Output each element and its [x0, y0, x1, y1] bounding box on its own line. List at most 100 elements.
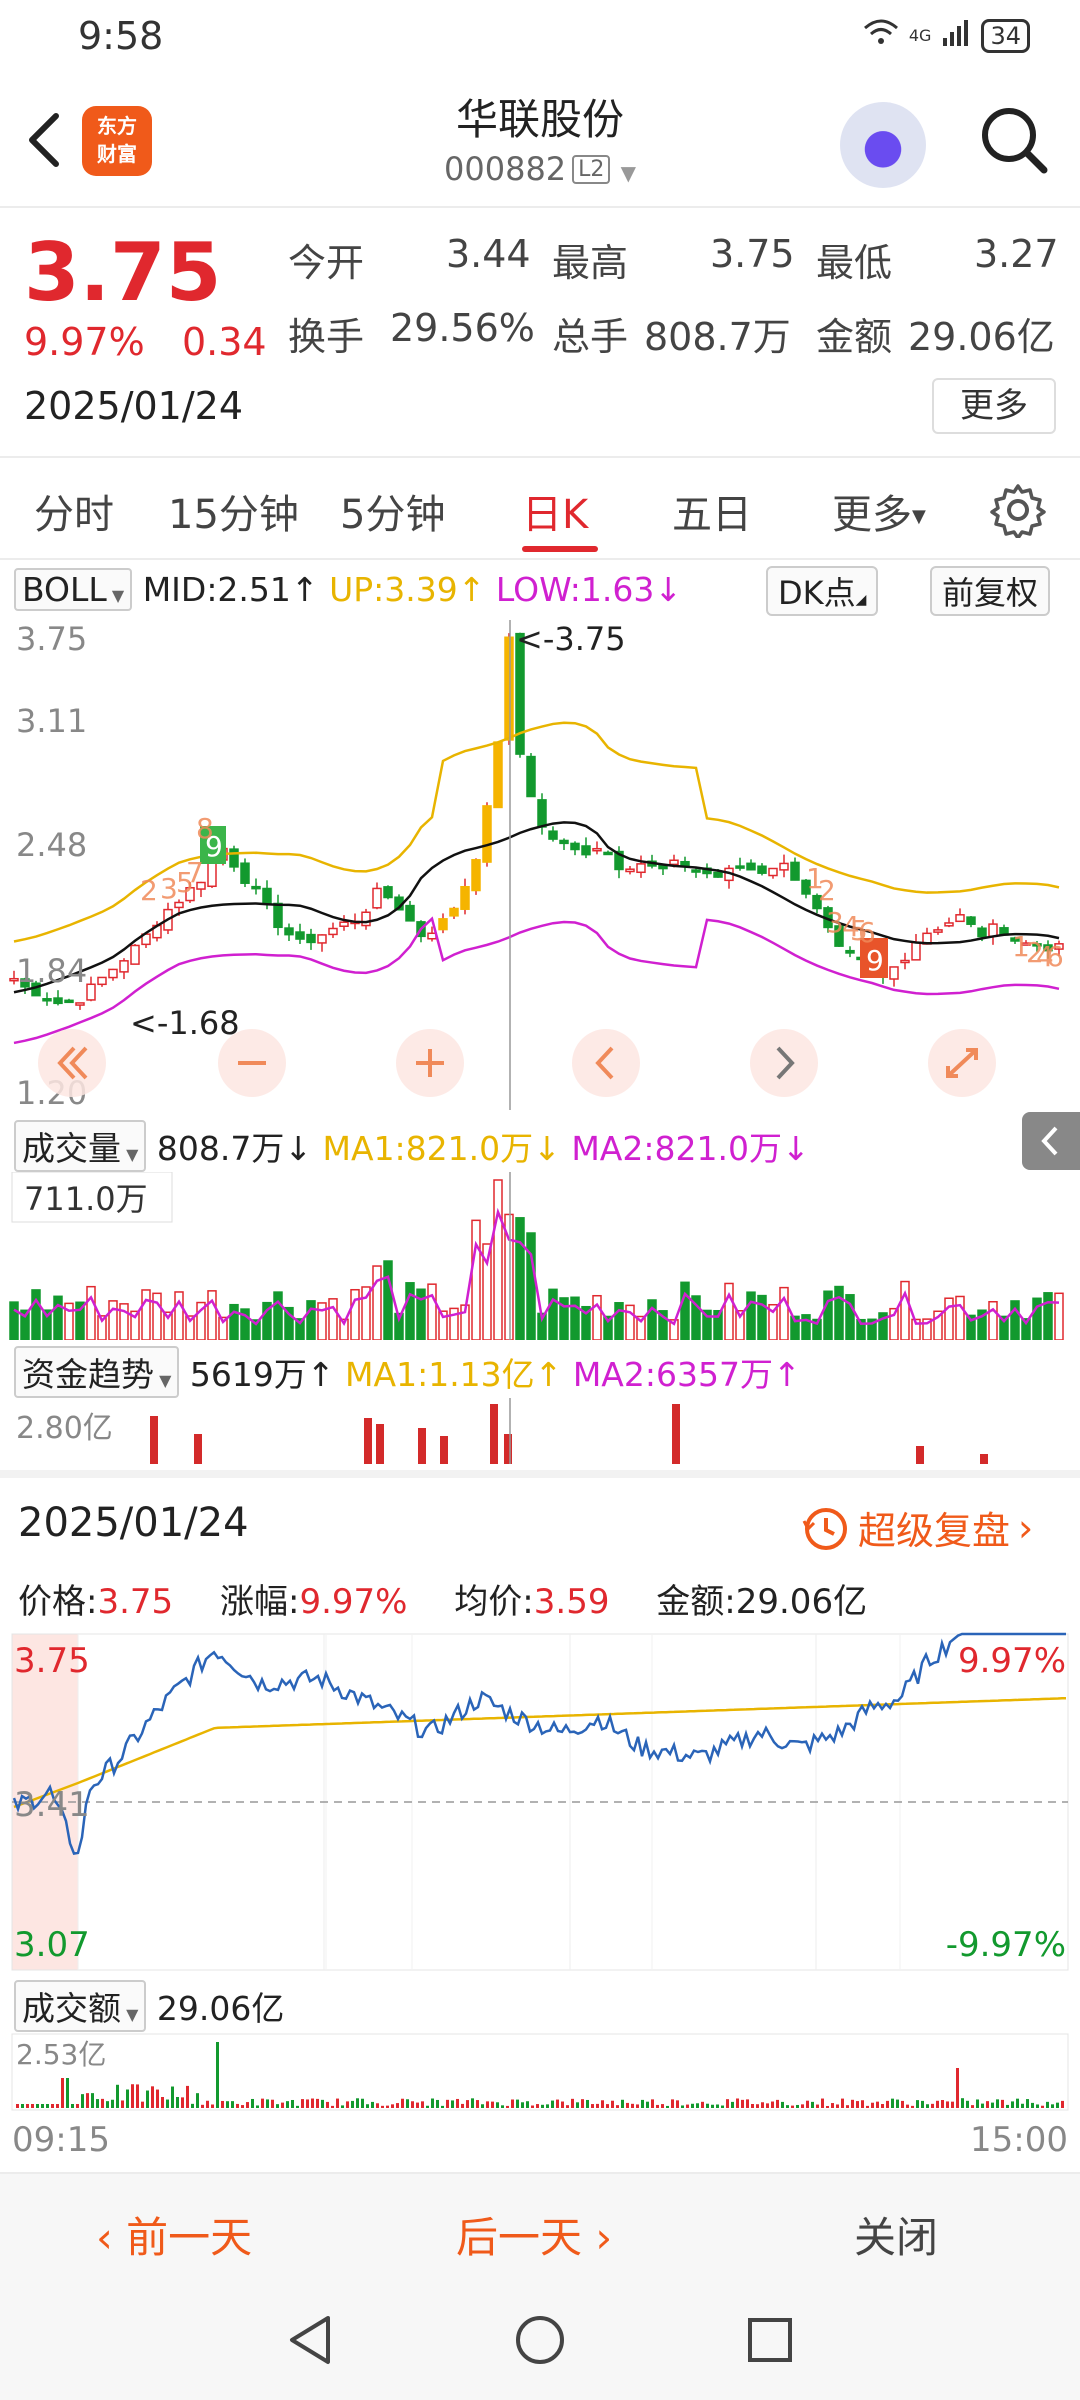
- status-time: 9:58: [78, 14, 164, 58]
- dk-point-button[interactable]: DK点◢: [766, 566, 879, 616]
- amount-selector[interactable]: 成交额 ▼: [14, 1980, 147, 2032]
- amount-bar: [111, 2099, 114, 2108]
- amount-bar: [751, 2104, 754, 2108]
- amount-bar: [46, 2104, 49, 2108]
- amount-bar: [166, 2099, 169, 2108]
- search-button[interactable]: [976, 102, 1052, 178]
- amount-bar: [81, 2094, 84, 2108]
- amount-bar: [981, 2103, 984, 2108]
- nav-home-icon[interactable]: [512, 2312, 568, 2368]
- tab-more[interactable]: 更多▼: [832, 482, 926, 540]
- price-label: 价格:: [18, 1582, 98, 1622]
- amount-bar: [451, 2100, 454, 2108]
- amount-bar: [266, 2099, 269, 2108]
- amount-bar: [156, 2089, 159, 2108]
- amount-bar: [571, 2098, 574, 2108]
- nav-back-icon[interactable]: [282, 2312, 338, 2368]
- candle-body: [900, 959, 910, 964]
- gear-icon: [990, 484, 1046, 540]
- candle-body: [559, 839, 569, 845]
- volume-axis-label: 711.0万: [24, 1180, 148, 1218]
- candle-body: [97, 976, 107, 986]
- candle-body: [284, 927, 294, 936]
- amount-bar: [921, 2100, 924, 2108]
- amount-bar: [511, 2099, 514, 2108]
- amount-bar: [76, 2104, 79, 2108]
- kline-chart[interactable]: 3.75 3.11 2.48 1.84 1.20 <-3.75 <-1.68 9…: [0, 620, 1080, 1110]
- candle-body: [229, 848, 239, 868]
- amount-bar: [406, 2099, 409, 2108]
- volume-bar: [141, 1289, 151, 1340]
- next-day-button[interactable]: 后一天 ›: [456, 2204, 612, 2265]
- dk-point-label: DK点: [778, 574, 856, 612]
- tab-five-day[interactable]: 五日: [672, 482, 752, 540]
- boll-upper-line: [13, 721, 1060, 943]
- amount-bar: [106, 2101, 109, 2108]
- amount-bar: [831, 2103, 834, 2108]
- amount-bar: [676, 2100, 679, 2108]
- amount-bar: [696, 2103, 699, 2108]
- chart-settings-button[interactable]: [990, 482, 1046, 542]
- pct-value: 9.97%: [299, 1582, 408, 1622]
- amount-bar: [691, 2103, 694, 2108]
- amount-bar: [931, 2103, 934, 2108]
- amount-bar: [1061, 2100, 1064, 2108]
- chevron-right-icon: ›: [582, 2213, 613, 2262]
- nav-recents-icon[interactable]: [742, 2312, 798, 2368]
- amount-bar: [51, 2104, 54, 2108]
- low-value: 3.27: [974, 232, 1059, 276]
- volume-bar: [724, 1282, 734, 1340]
- amount-bar: [296, 2105, 299, 2108]
- amount-bar: [521, 2102, 524, 2108]
- amount-bar: [786, 2105, 789, 2108]
- tab-intraday[interactable]: 分时: [34, 482, 114, 540]
- amount-bar: [756, 2104, 759, 2108]
- amount-bar: [806, 2100, 809, 2108]
- amount-bar: [56, 2104, 59, 2108]
- amount-bar: [366, 2104, 369, 2108]
- amount-bar: [421, 2101, 424, 2108]
- super-replay-button[interactable]: 超级复盘 ›: [800, 1500, 1033, 1555]
- price-adjust-button[interactable]: 前复权: [930, 566, 1051, 616]
- amount-bar: [746, 2099, 749, 2108]
- more-stats-button[interactable]: 更多: [932, 378, 1056, 434]
- ai-assistant-avatar[interactable]: [840, 102, 926, 188]
- volume-bar: [471, 1219, 481, 1340]
- amount-bar: [561, 2101, 564, 2108]
- prev-day-button[interactable]: ‹ 前一天: [96, 2204, 252, 2265]
- amount-bar: [656, 2104, 659, 2108]
- volume-selector[interactable]: 成交量 ▼: [14, 1120, 147, 1172]
- amount-bar: [556, 2099, 559, 2108]
- period-tabs: 分时 15分钟 5分钟 日K 五日 更多▼: [0, 460, 1080, 560]
- tab-15min[interactable]: 15分钟: [168, 482, 299, 540]
- amount-bar: [861, 2100, 864, 2108]
- amount-bar: [176, 2096, 179, 2108]
- volume-bar: [1043, 1292, 1053, 1340]
- volume-bar: [108, 1300, 118, 1340]
- amount-bar: [221, 2100, 224, 2108]
- section-divider: [0, 1470, 1080, 1478]
- amount-bar: [596, 2103, 599, 2108]
- intraday-chart[interactable]: 3.75 3.41 3.07 9.97% -9.97%: [0, 1632, 1080, 1972]
- tab-day-k[interactable]: 日K: [522, 482, 588, 540]
- amount-bar: [531, 2105, 534, 2108]
- amount-bar: [766, 2103, 769, 2108]
- amount-bar: [816, 2104, 819, 2108]
- tab-5min[interactable]: 5分钟: [340, 482, 445, 540]
- fund-selector[interactable]: 资金趋势 ▼: [14, 1346, 180, 1398]
- indicator-selector[interactable]: BOLL ▼: [14, 568, 133, 611]
- avg-price-line: [13, 1696, 1067, 1809]
- amount-bar: [856, 2101, 859, 2108]
- caret-down-icon: ▼: [121, 1145, 139, 1164]
- amount-bar: [976, 2099, 979, 2108]
- amount-bar: [1056, 2102, 1059, 2108]
- candle-body: [75, 1002, 85, 1006]
- price-line: [12, 1632, 1066, 1856]
- amount-bar: [961, 2098, 964, 2108]
- amount-bar: [991, 2102, 994, 2108]
- amount-bar: [196, 2093, 199, 2108]
- close-button[interactable]: 关闭: [854, 2204, 938, 2265]
- amount-bar: [1036, 2104, 1039, 2108]
- collapse-panel-button[interactable]: [1022, 1112, 1080, 1170]
- volume-bar: [383, 1260, 393, 1340]
